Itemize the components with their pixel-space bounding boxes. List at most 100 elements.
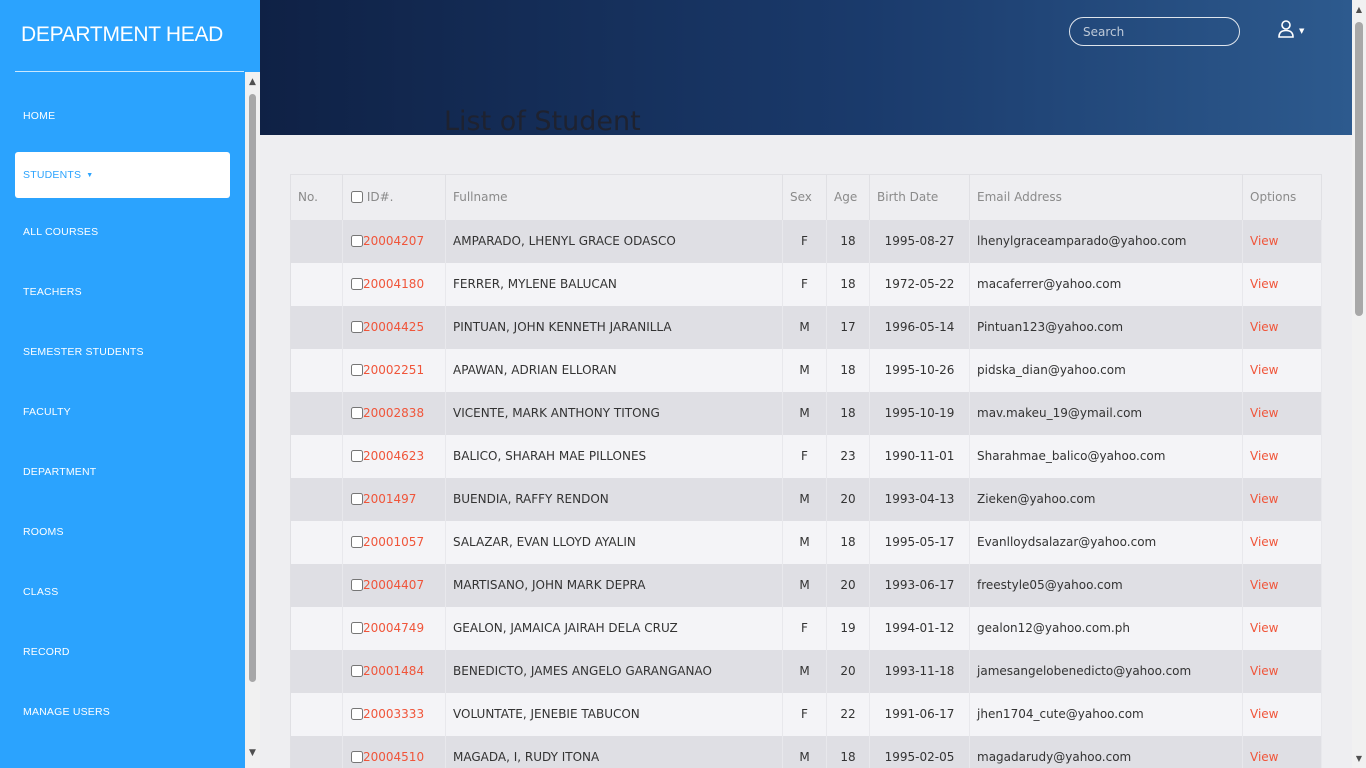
- cell-sex: F: [782, 219, 827, 263]
- table-header-row: No. ID#. Fullname Sex Age Birth Date Ema…: [290, 174, 1322, 220]
- scroll-down-arrow-icon[interactable]: ▼: [1355, 755, 1363, 763]
- cell-email: pidska_dian@yahoo.com: [969, 348, 1243, 392]
- search-input[interactable]: [1069, 17, 1240, 46]
- view-link[interactable]: View: [1250, 363, 1278, 377]
- sidebar-item-semester-students[interactable]: SEMESTER STUDENTS: [15, 329, 230, 375]
- student-table-container: No. ID#. Fullname Sex Age Birth Date Ema…: [290, 174, 1322, 768]
- sidebar-item-manage-users[interactable]: MANAGE USERS: [15, 689, 230, 735]
- cell-sex: M: [782, 305, 827, 349]
- scroll-up-arrow-icon[interactable]: ▲: [248, 78, 257, 87]
- cell-id: 20004407: [342, 563, 446, 607]
- view-link[interactable]: View: [1250, 707, 1278, 721]
- cell-options: View: [1242, 305, 1322, 349]
- select-all-checkbox[interactable]: [351, 191, 363, 204]
- main-scrollbar[interactable]: ▲ ▼: [1352, 0, 1366, 768]
- sidebar-scrollbar[interactable]: ▲ ▼: [245, 72, 260, 768]
- sidebar-item-rooms[interactable]: ROOMS: [15, 509, 230, 555]
- row-checkbox[interactable]: [351, 536, 363, 548]
- cell-options: View: [1242, 563, 1322, 607]
- row-checkbox[interactable]: [351, 708, 363, 720]
- student-id-link[interactable]: 20002251: [363, 363, 424, 377]
- student-id-link[interactable]: 20004623: [363, 449, 424, 463]
- sidebar-item-teachers[interactable]: TEACHERS: [15, 269, 230, 315]
- row-checkbox[interactable]: [351, 321, 363, 333]
- sidebar-item-students[interactable]: STUDENTS ▼: [15, 152, 230, 198]
- cell-no: [290, 348, 343, 392]
- row-checkbox[interactable]: [351, 751, 363, 763]
- student-id-link[interactable]: 2001497: [363, 492, 416, 506]
- user-menu-button[interactable]: ▼: [1278, 20, 1312, 42]
- view-link[interactable]: View: [1250, 535, 1278, 549]
- cell-email: magadarudy@yahoo.com: [969, 735, 1243, 768]
- column-header-sex: Sex: [782, 174, 827, 220]
- view-link[interactable]: View: [1250, 621, 1278, 635]
- row-checkbox[interactable]: [351, 407, 363, 419]
- row-checkbox[interactable]: [351, 622, 363, 634]
- row-checkbox[interactable]: [351, 665, 363, 677]
- view-link[interactable]: View: [1250, 449, 1278, 463]
- cell-birth-date: 1993-04-13: [869, 477, 970, 521]
- view-link[interactable]: View: [1250, 578, 1278, 592]
- cell-no: [290, 219, 343, 263]
- cell-email: jamesangelobenedicto@yahoo.com: [969, 649, 1243, 693]
- view-link[interactable]: View: [1250, 664, 1278, 678]
- row-checkbox[interactable]: [351, 579, 363, 591]
- cell-no: [290, 649, 343, 693]
- sidebar-item-all-courses[interactable]: ALL COURSES: [15, 209, 230, 255]
- student-id-link[interactable]: 20004407: [363, 578, 424, 592]
- cell-no: [290, 434, 343, 478]
- row-checkbox[interactable]: [351, 364, 363, 376]
- cell-fullname: APAWAN, ADRIAN ELLORAN: [445, 348, 783, 392]
- cell-no: [290, 477, 343, 521]
- cell-birth-date: 1993-11-18: [869, 649, 970, 693]
- row-checkbox[interactable]: [351, 278, 363, 290]
- student-id-link[interactable]: 20003333: [363, 707, 424, 721]
- student-id-link[interactable]: 20004207: [363, 234, 424, 248]
- cell-age: 18: [826, 262, 870, 306]
- view-link[interactable]: View: [1250, 406, 1278, 420]
- main-scroll-thumb[interactable]: [1355, 22, 1363, 316]
- view-link[interactable]: View: [1250, 277, 1278, 291]
- cell-sex: F: [782, 262, 827, 306]
- student-id-link[interactable]: 20002838: [363, 406, 424, 420]
- cell-sex: M: [782, 649, 827, 693]
- table-row: 20004407 MARTISANO, JOHN MARK DEPRA M 20 199…: [290, 563, 1322, 607]
- view-link[interactable]: View: [1250, 234, 1278, 248]
- sidebar-item-home[interactable]: HOME: [15, 93, 230, 139]
- cell-email: gealon12@yahoo.com.ph: [969, 606, 1243, 650]
- scroll-up-arrow-icon[interactable]: ▲: [1355, 6, 1363, 14]
- student-id-link[interactable]: 20001057: [363, 535, 424, 549]
- sidebar-item-department[interactable]: DEPARTMENT: [15, 449, 230, 495]
- sidebar-item-faculty[interactable]: FACULTY: [15, 389, 230, 435]
- row-checkbox[interactable]: [351, 235, 363, 247]
- cell-email: Zieken@yahoo.com: [969, 477, 1243, 521]
- column-header-age: Age: [826, 174, 870, 220]
- cell-email: Evanlloydsalazar@yahoo.com: [969, 520, 1243, 564]
- view-link[interactable]: View: [1250, 750, 1278, 764]
- cell-id: 20002838: [342, 391, 446, 435]
- cell-options: View: [1242, 477, 1322, 521]
- student-id-link[interactable]: 20004180: [363, 277, 424, 291]
- row-checkbox[interactable]: [351, 450, 363, 462]
- view-link[interactable]: View: [1250, 492, 1278, 506]
- view-link[interactable]: View: [1250, 320, 1278, 334]
- scroll-down-arrow-icon[interactable]: ▼: [248, 749, 257, 758]
- cell-age: 20: [826, 649, 870, 693]
- student-table: No. ID#. Fullname Sex Age Birth Date Ema…: [290, 174, 1322, 768]
- column-header-fullname: Fullname: [445, 174, 783, 220]
- student-id-link[interactable]: 20004510: [363, 750, 424, 764]
- row-checkbox[interactable]: [351, 493, 363, 505]
- student-id-link[interactable]: 20001484: [363, 664, 424, 678]
- cell-fullname: FERRER, MYLENE BALUCAN: [445, 262, 783, 306]
- sidebar-scroll-thumb[interactable]: [249, 94, 256, 682]
- student-id-link[interactable]: 20004425: [363, 320, 424, 334]
- cell-fullname: VICENTE, MARK ANTHONY TITONG: [445, 391, 783, 435]
- student-id-link[interactable]: 20004749: [363, 621, 424, 635]
- cell-id: 2001497: [342, 477, 446, 521]
- sidebar-item-class[interactable]: CLASS: [15, 569, 230, 615]
- cell-age: 20: [826, 477, 870, 521]
- sidebar-item-record[interactable]: RECORD: [15, 629, 230, 675]
- table-row: 2001497 BUENDIA, RAFFY RENDON M 20 1993-04-1…: [290, 477, 1322, 521]
- cell-id: 20001057: [342, 520, 446, 564]
- sidebar-item-label: ALL COURSES: [23, 226, 99, 238]
